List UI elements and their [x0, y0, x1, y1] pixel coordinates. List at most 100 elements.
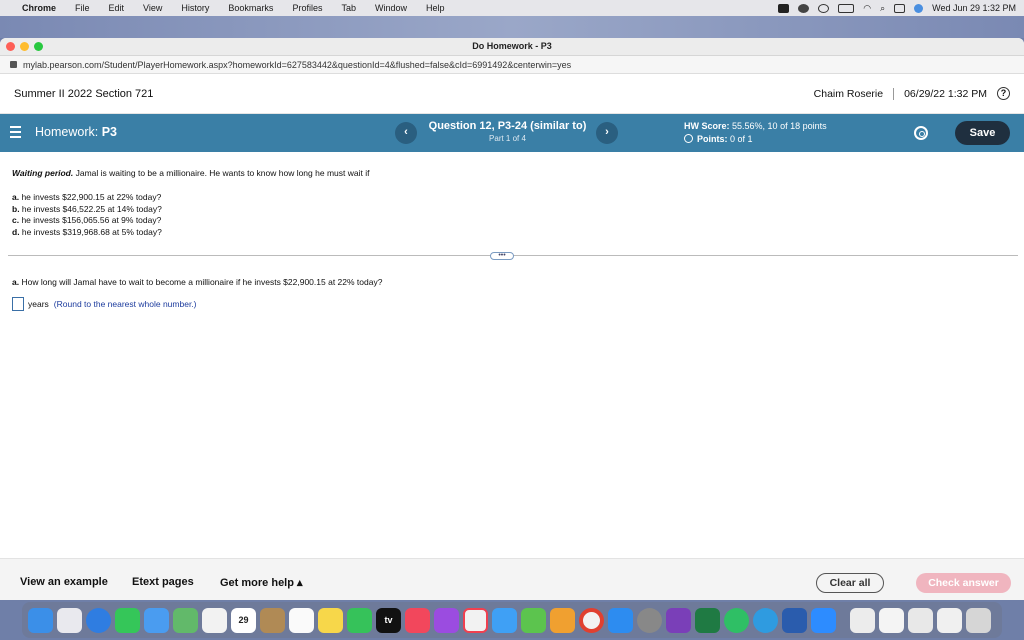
window-title: Do Homework - P3	[472, 41, 552, 51]
previous-question-button[interactable]: ‹	[395, 122, 417, 144]
mail-icon[interactable]	[144, 607, 169, 633]
clear-all-button[interactable]: Clear all	[816, 573, 884, 593]
points-label: Points:	[697, 134, 728, 144]
view-example-link[interactable]: View an example	[20, 576, 108, 588]
wifi-icon[interactable]: ◠	[863, 3, 871, 14]
menu-help[interactable]: Help	[426, 3, 445, 13]
music-icon[interactable]	[405, 607, 430, 633]
points-circle-icon	[684, 134, 693, 143]
hw-score-label: HW Score:	[684, 121, 730, 131]
problem-text: Jamal is waiting to be a millionaire. He…	[73, 168, 370, 178]
course-name: Summer II 2022 Section 721	[14, 87, 154, 100]
address-bar[interactable]: mylab.pearson.com/Student/PlayerHomework…	[0, 56, 1024, 74]
spreadsheet-icon[interactable]	[908, 607, 933, 633]
photos-icon[interactable]	[202, 607, 227, 633]
item-text: he invests $156,065.56 at 9% today?	[19, 215, 162, 225]
menu-edit[interactable]: Edit	[109, 3, 125, 13]
list-item: b. he invests $46,522.25 at 14% today?	[12, 204, 162, 216]
telegram-icon[interactable]	[753, 607, 778, 633]
onenote-icon[interactable]	[666, 607, 691, 633]
menu-profiles[interactable]: Profiles	[292, 3, 322, 13]
messages-icon[interactable]	[115, 607, 140, 633]
item-text: he invests $22,900.15 at 22% today?	[19, 192, 162, 202]
expand-more-button[interactable]: •••	[490, 252, 514, 260]
macos-menu-bar: Chrome File Edit View History Bookmarks …	[0, 0, 1024, 16]
list-item: a. he invests $22,900.15 at 22% today?	[12, 192, 162, 204]
get-more-help-link[interactable]: Get more help ▴	[220, 576, 303, 589]
app-store-icon[interactable]	[608, 607, 633, 633]
notes-icon[interactable]	[318, 607, 343, 633]
footer-bar: View an example Etext pages Get more hel…	[0, 558, 1024, 600]
play-icon[interactable]	[818, 3, 830, 13]
battery-icon[interactable]	[838, 3, 855, 13]
rounding-hint: (Round to the nearest whole number.)	[53, 299, 197, 309]
homework-title: Homework: P3	[35, 125, 117, 139]
search-icon[interactable]: ⌕	[880, 3, 885, 14]
screen-record-icon[interactable]	[778, 3, 790, 13]
launchpad-icon[interactable]	[57, 607, 82, 633]
finder-icon[interactable]	[28, 607, 53, 633]
score-panel: HW Score: 55.56%, 10 of 18 points Points…	[684, 120, 827, 146]
news-icon[interactable]	[463, 607, 488, 633]
facetime-icon[interactable]	[347, 607, 372, 633]
extension-icon[interactable]	[798, 3, 810, 13]
menu-history[interactable]: History	[181, 3, 209, 13]
hamburger-icon[interactable]	[10, 126, 21, 141]
document-icon[interactable]	[850, 607, 875, 633]
next-question-button[interactable]: ›	[596, 122, 618, 144]
menu-bookmarks[interactable]: Bookmarks	[228, 3, 273, 13]
save-button[interactable]: Save	[955, 121, 1010, 145]
item-text: he invests $46,522.25 at 14% today?	[19, 203, 162, 214]
check-answer-button[interactable]: Check answer	[916, 573, 1011, 593]
divider	[893, 87, 895, 100]
contacts-icon[interactable]	[260, 607, 285, 633]
help-icon[interactable]: ?	[997, 87, 1010, 100]
word-icon[interactable]	[782, 607, 807, 633]
zoom-app-icon[interactable]	[811, 607, 836, 633]
menu-file[interactable]: File	[75, 3, 90, 13]
etext-pages-link[interactable]: Etext pages	[132, 576, 194, 588]
homework-label: Homework:	[35, 125, 99, 139]
menu-window[interactable]: Window	[375, 3, 407, 13]
excel-icon[interactable]	[695, 607, 720, 633]
numbers-icon[interactable]	[521, 607, 546, 633]
system-preferences-icon[interactable]	[637, 607, 662, 633]
header-datetime: 06/29/22 1:32 PM	[904, 87, 987, 100]
url-text[interactable]: mylab.pearson.com/Student/PlayerHomework…	[23, 60, 571, 70]
trash-icon[interactable]	[966, 607, 991, 633]
calendar-icon[interactable]: 29	[231, 607, 256, 633]
chrome-icon[interactable]	[579, 607, 604, 633]
part-label: Part 1 of 4	[489, 134, 526, 143]
answer-row: years (Round to the nearest whole number…	[12, 297, 197, 311]
control-center-icon[interactable]	[894, 3, 906, 13]
siri-icon[interactable]	[914, 3, 924, 13]
problem-title: Waiting period.	[12, 168, 74, 178]
gear-icon[interactable]	[914, 126, 928, 140]
keynote-icon[interactable]	[492, 607, 517, 633]
problem-statement: Waiting period. Jamal is waiting to be a…	[12, 168, 369, 178]
whatsapp-icon[interactable]	[724, 607, 749, 633]
apple-tv-icon[interactable]: tv	[376, 607, 401, 633]
course-header: Summer II 2022 Section 721 Chaim Roserie…	[0, 74, 1024, 114]
safari-icon[interactable]	[86, 607, 111, 633]
homework-name: P3	[101, 125, 117, 139]
desktop-background	[0, 16, 1024, 38]
pages-icon[interactable]	[550, 607, 575, 633]
maps-icon[interactable]	[173, 607, 198, 633]
problem-items: a. he invests $22,900.15 at 22% today? b…	[12, 192, 162, 238]
reminders-icon[interactable]	[289, 607, 314, 633]
answer-input[interactable]	[12, 297, 24, 311]
podcasts-icon[interactable]	[434, 607, 459, 633]
user-name: Chaim Roserie	[813, 87, 884, 100]
item-text: he invests $319,968.68 at 5% today?	[19, 226, 162, 237]
preview-icon[interactable]	[937, 607, 962, 633]
menu-tab[interactable]: Tab	[341, 3, 356, 13]
question-title: Question 12, P3-24 (similar to) Part 1 o…	[420, 120, 595, 143]
user-info: Chaim Roserie 06/29/22 1:32 PM ?	[814, 87, 1010, 100]
menu-clock[interactable]: Wed Jun 29 1:32 PM	[932, 3, 1016, 13]
screenshot-icon[interactable]	[879, 607, 904, 633]
menu-view[interactable]: View	[143, 3, 162, 13]
menu-app-name[interactable]: Chrome	[22, 3, 56, 13]
hw-score-value: 55.56%, 10 of 18 points	[732, 121, 827, 131]
question-text: How long will Jamal have to wait to beco…	[19, 277, 383, 287]
